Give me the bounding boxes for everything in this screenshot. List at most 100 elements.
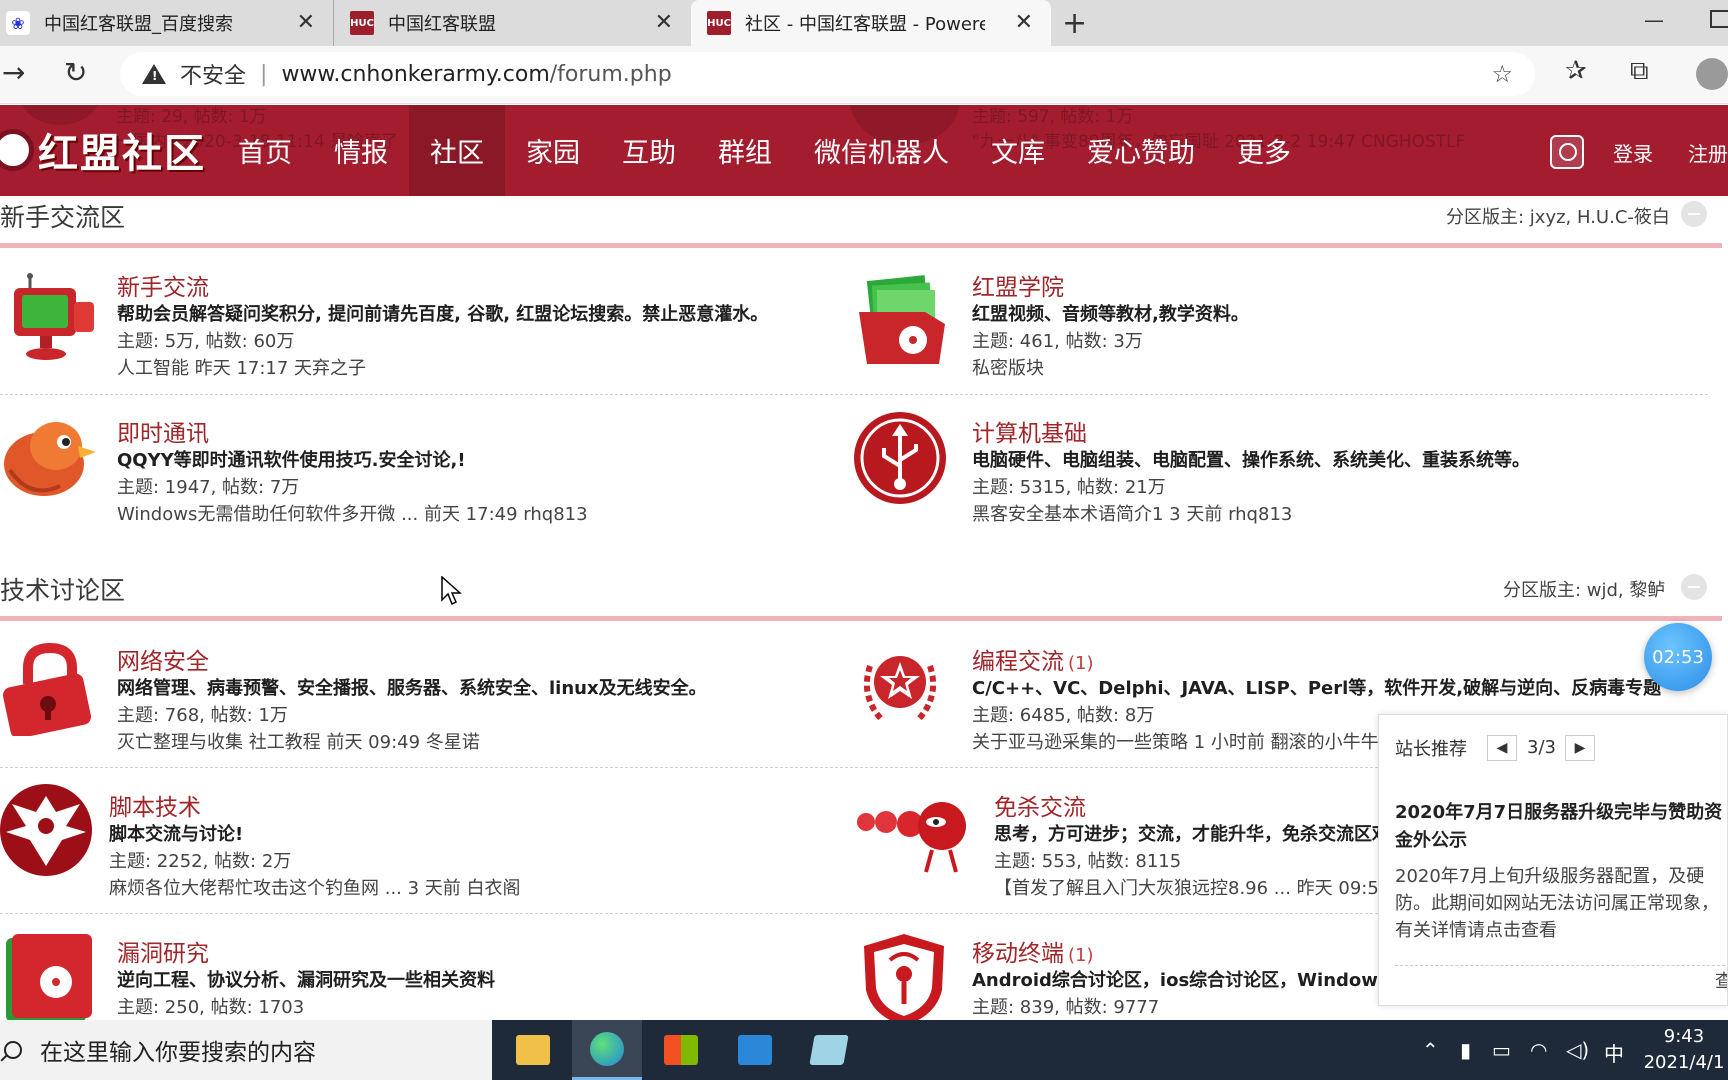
forum-name[interactable]: 漏洞研究 xyxy=(117,941,209,967)
ime-indicator[interactable]: 中 xyxy=(1604,1038,1624,1067)
forum-name[interactable]: 红盟学院 xyxy=(972,275,1064,301)
microphone-icon[interactable]: ▮ xyxy=(1460,1038,1471,1062)
forum-name[interactable]: 新手交流 xyxy=(117,275,209,301)
close-tab-icon[interactable]: ✕ xyxy=(1015,10,1033,35)
forum-stats: 主题: 5万, 帖数: 60万 xyxy=(117,331,295,352)
forum-title[interactable]: 红盟学院 xyxy=(972,268,1064,302)
recommend-more-link[interactable]: 查 xyxy=(1715,967,1727,993)
nav-community[interactable]: 社区 xyxy=(409,105,505,196)
section-moderators[interactable]: 分区版主: wjd, 黎鲈 xyxy=(1503,576,1665,602)
search-icon[interactable] xyxy=(1550,135,1584,169)
forum-title[interactable]: 新手交流 xyxy=(117,268,209,302)
tab-honker-home[interactable]: HUC 中国红客联盟 ✕ xyxy=(333,0,691,46)
bird-icon[interactable] xyxy=(0,410,96,506)
forum-stats: 主题: 1947, 帖数: 7万 xyxy=(117,477,300,498)
section-title[interactable]: 新手交流区 xyxy=(0,198,125,234)
red-creatures-icon[interactable] xyxy=(852,788,976,884)
battery-icon[interactable]: ▭ xyxy=(1492,1038,1511,1062)
show-hidden-icons[interactable]: ⌃ xyxy=(1422,1038,1439,1062)
tab-community-active[interactable]: HUC 社区 - 中国红客联盟 - Powered b ✕ xyxy=(691,0,1051,46)
forum-title[interactable]: 移动终端 (1) xyxy=(972,934,1094,968)
nav-library[interactable]: 文库 xyxy=(970,105,1066,196)
network-icon[interactable]: ◠ xyxy=(1530,1038,1547,1062)
tab-baidu-search[interactable]: ❀ 中国红客联盟_百度搜索 ✕ xyxy=(0,0,333,46)
star-emblem-icon[interactable] xyxy=(852,636,948,732)
shield-antenna-icon[interactable] xyxy=(856,930,952,1026)
forum-last-post[interactable]: Windows无需借助任何软件多开微 ... 前天 17:49 rhq813 xyxy=(117,500,588,526)
recommend-body[interactable]: 2020年7月上旬升级服务器配置，及硬防。此期间如网站无法访问属正常现象，有关详… xyxy=(1395,863,1727,944)
forum-last-post[interactable]: 【首发了解且入门大灰狼远控8.96 ... 昨天 09:59 xyxy=(994,874,1378,898)
forum-last-post[interactable]: 人工智能 昨天 17:17 天弃之子 xyxy=(117,354,366,380)
forum-title[interactable]: 漏洞研究 xyxy=(117,934,209,968)
file-explorer-icon[interactable] xyxy=(498,1020,568,1080)
forum-description: 脚本交流与讨论! xyxy=(109,824,244,845)
folder-radiation-icon[interactable] xyxy=(855,272,951,368)
notepad-icon[interactable] xyxy=(794,1020,864,1080)
taskbar-clock[interactable]: 9:43 2021/4/1 xyxy=(1640,1024,1728,1076)
close-tab-icon[interactable]: ✕ xyxy=(297,10,315,35)
login-link[interactable]: 登录 xyxy=(1613,138,1653,167)
monitor-icon[interactable] xyxy=(0,272,96,368)
profile-avatar[interactable] xyxy=(1696,58,1728,90)
nav-intel[interactable]: 情报 xyxy=(313,105,409,196)
section-title[interactable]: 技术讨论区 xyxy=(0,571,125,607)
section-moderators[interactable]: 分区版主: jxyz, H.U.C-筱白 xyxy=(1446,203,1670,229)
close-tab-icon[interactable]: ✕ xyxy=(655,10,673,35)
padlock-icon[interactable] xyxy=(0,640,96,736)
nav-wechat-bot[interactable]: 微信机器人 xyxy=(793,105,970,196)
forum-name[interactable]: 即时通讯 xyxy=(117,421,209,447)
nav-more[interactable]: 更多 xyxy=(1216,105,1312,196)
forum-title[interactable]: 免杀交流 xyxy=(994,788,1086,822)
forum-title[interactable]: 脚本技术 xyxy=(109,788,201,822)
forum-title[interactable]: 计算机基础 xyxy=(972,414,1087,448)
nav-donate[interactable]: 爱心赞助 xyxy=(1066,105,1216,196)
forum-name[interactable]: 脚本技术 xyxy=(109,795,201,821)
minimize-icon[interactable]: — xyxy=(1644,8,1664,32)
volume-icon[interactable]: ◁) xyxy=(1566,1038,1589,1062)
browser-tab-strip: ❀ 中国红客联盟_百度搜索 ✕ HUC 中国红客联盟 ✕ HUC 社区 - 中国… xyxy=(0,0,1728,46)
new-tab-button[interactable]: + xyxy=(1062,6,1087,41)
nav-home[interactable]: 首页 xyxy=(217,105,313,196)
store-icon[interactable] xyxy=(646,1020,716,1080)
floating-timer[interactable]: 02:53 xyxy=(1644,623,1712,691)
nav-help[interactable]: 互助 xyxy=(601,105,697,196)
favorites-icon[interactable]: ✰ xyxy=(1565,56,1587,86)
refresh-icon[interactable]: ↻ xyxy=(64,56,87,89)
restore-icon[interactable] xyxy=(1710,10,1728,28)
collapse-icon[interactable] xyxy=(1681,574,1707,600)
address-bar[interactable]: ! 不安全 | www.cnhonkerarmy.com/forum.php ☆ xyxy=(120,52,1535,96)
forum-last-post[interactable]: 黑客安全基本术语简介1 3 天前 rhq813 xyxy=(972,500,1292,526)
folder-radiation-icon[interactable] xyxy=(0,928,96,1024)
register-link[interactable]: 注册 xyxy=(1688,138,1728,167)
next-arrow-icon[interactable]: ▶ xyxy=(1565,735,1595,761)
mail-icon[interactable] xyxy=(720,1020,790,1080)
edge-icon[interactable] xyxy=(572,1020,642,1080)
eagle-icon[interactable] xyxy=(0,782,96,878)
recommend-title[interactable]: 2020年7月7日服务器升级完毕与赞助资金外公示 xyxy=(1395,799,1727,855)
forum-last-post[interactable]: 关于亚马逊采集的一些策略 1 小时前 翻滚的小牛牛 xyxy=(972,728,1379,754)
warning-icon[interactable]: ! xyxy=(142,64,166,84)
forum-last-post[interactable]: 灭亡整理与收集 社工教程 前天 09:49 冬星诺 xyxy=(117,728,480,754)
collapse-icon[interactable] xyxy=(1681,201,1707,227)
forum-name[interactable]: 网络安全 xyxy=(117,649,209,675)
security-label[interactable]: 不安全 xyxy=(180,58,246,90)
collections-icon[interactable]: ⧉ xyxy=(1630,56,1649,87)
forum-title[interactable]: 编程交流 (1) xyxy=(972,642,1094,676)
forum-title[interactable]: 网络安全 xyxy=(117,642,209,676)
forum-last-post[interactable]: 麻烦各位大佬帮忙攻击这个钓鱼网 ... 3 天前 白衣阁 xyxy=(109,874,521,900)
search-icon xyxy=(4,1041,22,1059)
forum-name[interactable]: 计算机基础 xyxy=(972,421,1087,447)
nav-groups[interactable]: 群组 xyxy=(697,105,793,196)
forward-icon[interactable]: → xyxy=(2,56,25,89)
site-logo[interactable]: 红盟社区 xyxy=(0,121,206,179)
forum-name[interactable]: 编程交流 xyxy=(972,649,1064,675)
forum-name[interactable]: 移动终端 xyxy=(972,941,1064,967)
prev-arrow-icon[interactable]: ◀ xyxy=(1487,735,1517,761)
url-text[interactable]: www.cnhonkerarmy.com/forum.php xyxy=(281,62,671,87)
usb-icon[interactable] xyxy=(852,410,948,506)
taskbar-search-box[interactable]: 在这里输入你要搜索的内容 xyxy=(0,1020,492,1080)
nav-home-space[interactable]: 家园 xyxy=(505,105,601,196)
forum-title[interactable]: 即时通讯 xyxy=(117,414,209,448)
add-favorite-icon[interactable]: ☆ xyxy=(1491,60,1513,88)
forum-name[interactable]: 免杀交流 xyxy=(994,795,1086,821)
